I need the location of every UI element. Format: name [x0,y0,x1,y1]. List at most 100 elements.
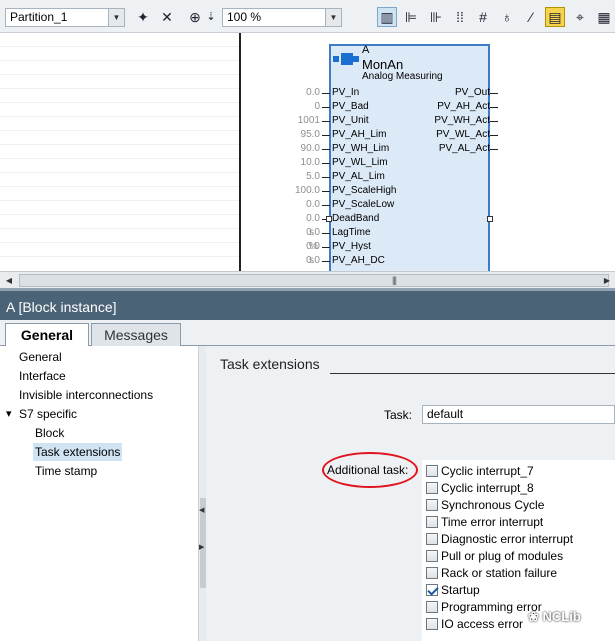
additional-task-list[interactable]: Cyclic interrupt_7 Cyclic interrupt_8 Sync… [422,460,615,641]
output-pin[interactable]: PV_AH_Act [432,100,490,114]
input-pin[interactable]: PV_AL_Lim [332,170,385,184]
task-checkbox-item[interactable]: Synchronous Cycle [426,497,544,514]
input-pin[interactable]: PV_Hyst [332,240,371,254]
align-icon[interactable]: ⊪ [426,7,446,27]
task-checkbox-item[interactable]: Pull or plug of modules [426,548,563,565]
highlight-icon[interactable]: ▤ [545,7,565,27]
checkbox[interactable] [426,567,438,579]
input-pin[interactable]: DeadBand [332,212,379,226]
input-pin[interactable]: LagTime [332,226,371,240]
input-pin[interactable]: PV_AH_DC [332,254,385,268]
input-connector [322,121,330,122]
checkbox[interactable] [426,550,438,562]
task-field[interactable]: default [422,405,615,424]
scroll-right-icon[interactable]: ▶ [601,274,613,287]
output-pin[interactable]: PV_WL_Act [432,128,490,142]
matrix-icon[interactable]: ⁞⁞ [450,7,470,27]
task-checkbox-item[interactable]: Cyclic interrupt_7 [426,463,534,480]
input-pin[interactable]: PV_ScaleLow [332,198,394,212]
input-pin[interactable]: PV_In [332,86,359,100]
insert-icon[interactable]: ✦ [133,7,153,27]
partition-select[interactable]: Partition_1 ▼ [5,8,125,27]
nav-splitter[interactable]: ◀ ▶ [198,346,206,641]
margin-row [0,89,239,103]
pin-icon[interactable]: ⊫ [401,7,421,27]
cfc-canvas[interactable]: A MonAn Analog Measuring 0.0 PV_In 0 PV_Bad… [0,33,615,284]
pin-unit: s [309,227,314,238]
grip-icon: ||| [392,275,397,285]
overview-icon[interactable]: ▦ [594,7,614,27]
nav-item-task-extensions[interactable]: Task extensions [33,443,123,461]
signal-icon[interactable]: ⁄ [521,7,541,27]
margin-row [0,201,239,215]
task-checkbox-item[interactable]: Rack or station failure [426,565,557,582]
input-pin[interactable]: PV_ScaleHigh [332,184,396,198]
task-checkbox-item[interactable]: IO access error [426,616,523,633]
pin-value[interactable]: 0.0 [270,86,320,100]
output-pin[interactable]: PV_AL_Act [432,142,490,156]
scroll-thumb[interactable]: ||| [19,274,609,287]
nav-item-time-stamp[interactable]: Time stamp [35,462,97,480]
input-pin[interactable]: PV_WH_Lim [332,142,389,156]
input-pin[interactable]: PV_AH_Lim [332,128,386,142]
zoom-select[interactable]: 100 % ▼ [222,8,342,27]
watermark-text: NCLib [542,609,581,624]
tab-general[interactable]: General [5,323,89,347]
task-checkbox-item[interactable]: Startup [426,582,480,599]
margin-row [0,103,239,117]
task-checkbox-item[interactable]: Cyclic interrupt_8 [426,480,534,497]
output-pin[interactable]: PV_WH_Act [432,114,490,128]
task-label: Cyclic interrupt_8 [441,481,534,495]
checkbox[interactable] [426,533,438,545]
checkbox[interactable] [426,499,438,511]
fit-icon[interactable]: ⇣ [201,7,221,27]
selection-handle[interactable] [487,216,493,222]
nav-item-block[interactable]: Block [35,424,64,442]
wechat-icon: ❀ [528,609,543,624]
task-checkbox-item[interactable]: Programming error [426,599,542,616]
pin-value[interactable]: 0 [270,100,320,114]
chevron-down-icon[interactable]: ▼ [325,9,341,26]
input-pin[interactable]: PV_Bad [332,100,369,114]
pin-value[interactable]: 10.0 [270,156,320,170]
pin-value[interactable]: 1001 [270,114,320,128]
output-connector [490,135,498,136]
selection-handle[interactable] [326,216,332,222]
chevron-down-icon[interactable]: ▼ [108,9,124,26]
nav-item-interface[interactable]: Interface [19,367,66,385]
pin-value[interactable]: 0.0 [270,198,320,212]
nav-item-s7-specific[interactable]: S7 specific [19,405,77,423]
pin-value[interactable]: 95.0 [270,128,320,142]
checkbox[interactable] [426,601,438,613]
grid-icon[interactable]: # [473,7,493,27]
trace-icon[interactable]: ⌖ [570,7,590,27]
task-extensions-panel: Task extensions Task: default Additional… [206,346,615,641]
input-pin[interactable]: PV_Unit [332,114,369,128]
expand-pane-icon[interactable]: ▶ [199,543,204,551]
task-checkbox-item[interactable]: Time error interrupt [426,514,543,531]
checkbox[interactable] [426,618,438,630]
layout-icon[interactable]: ▥ [377,7,397,27]
checkbox[interactable] [426,516,438,528]
input-pin[interactable]: PV_WL_Lim [332,156,388,170]
tab-messages[interactable]: Messages [91,323,181,346]
pin-unit: s [309,255,314,266]
nav-item-general[interactable]: General [19,348,62,366]
pin-value[interactable]: 5.0 [270,170,320,184]
interconnect-icon[interactable]: ♁ [497,7,517,27]
checkbox[interactable] [426,584,438,596]
pin-value[interactable]: 0.0 [270,212,320,226]
margin-row [0,159,239,173]
checkbox[interactable] [426,465,438,477]
horizontal-scrollbar[interactable]: ◀ ||| ▶ [0,271,615,288]
collapse-icon[interactable]: ◀ [199,506,204,514]
scroll-left-icon[interactable]: ◀ [3,274,15,287]
expand-icon[interactable]: ▾ [6,405,12,423]
delete-icon[interactable]: ✕ [157,7,177,27]
nav-item-invisible-interconnections[interactable]: Invisible interconnections [19,386,153,404]
pin-value[interactable]: 100.0 [270,184,320,198]
output-pin[interactable]: PV_Out [432,86,490,100]
task-checkbox-item[interactable]: Diagnostic error interrupt [426,531,573,548]
checkbox[interactable] [426,482,438,494]
pin-value[interactable]: 90.0 [270,142,320,156]
